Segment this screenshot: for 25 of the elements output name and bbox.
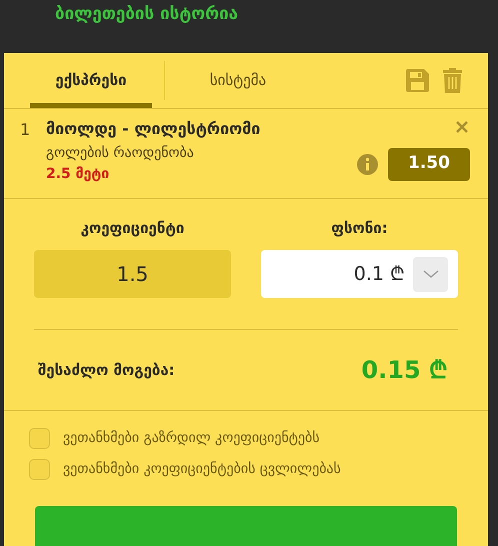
dropdown-button[interactable] bbox=[413, 256, 448, 292]
potential-win-value: 0.15 ₾ bbox=[361, 355, 448, 386]
tab[interactable]: სისტემა bbox=[177, 53, 299, 108]
potential-win-label: შესაძლო მოგება: bbox=[38, 360, 175, 381]
stake-label: ფსონი: bbox=[331, 218, 388, 238]
trash-icon[interactable] bbox=[443, 68, 462, 93]
close-icon[interactable] bbox=[456, 120, 468, 132]
selection-name: 2.5 მეტი bbox=[46, 164, 110, 184]
bet-number: 1 bbox=[20, 118, 32, 140]
odds-badge: 1.50 bbox=[388, 148, 470, 180]
info-icon[interactable] bbox=[357, 154, 378, 174]
tab[interactable]: ექსპრესი bbox=[30, 53, 152, 108]
stake-field[interactable]: 0.1 ₾ bbox=[261, 250, 458, 298]
checkbox-label: ვეთანხმები კოეფიციენტების ცვლილებას bbox=[63, 460, 341, 479]
save-icon[interactable] bbox=[406, 68, 429, 92]
market-name: გოლების რაოდენობა bbox=[46, 144, 194, 162]
submit-button[interactable] bbox=[35, 506, 457, 546]
checkbox-label: ვეთანხმები გაზრდილ კოეფიციენტებს bbox=[63, 429, 320, 448]
chevron-down-icon bbox=[422, 270, 438, 278]
checkbox[interactable] bbox=[29, 428, 50, 449]
odds-label: კოეფიციენტი bbox=[80, 218, 184, 238]
event-name: მიოლდე - ლილესტრიომი bbox=[46, 118, 260, 140]
odds-field: 1.5 bbox=[34, 250, 231, 298]
page-title: ბილეთების ისტორია bbox=[55, 3, 238, 26]
checkbox[interactable] bbox=[29, 459, 50, 480]
